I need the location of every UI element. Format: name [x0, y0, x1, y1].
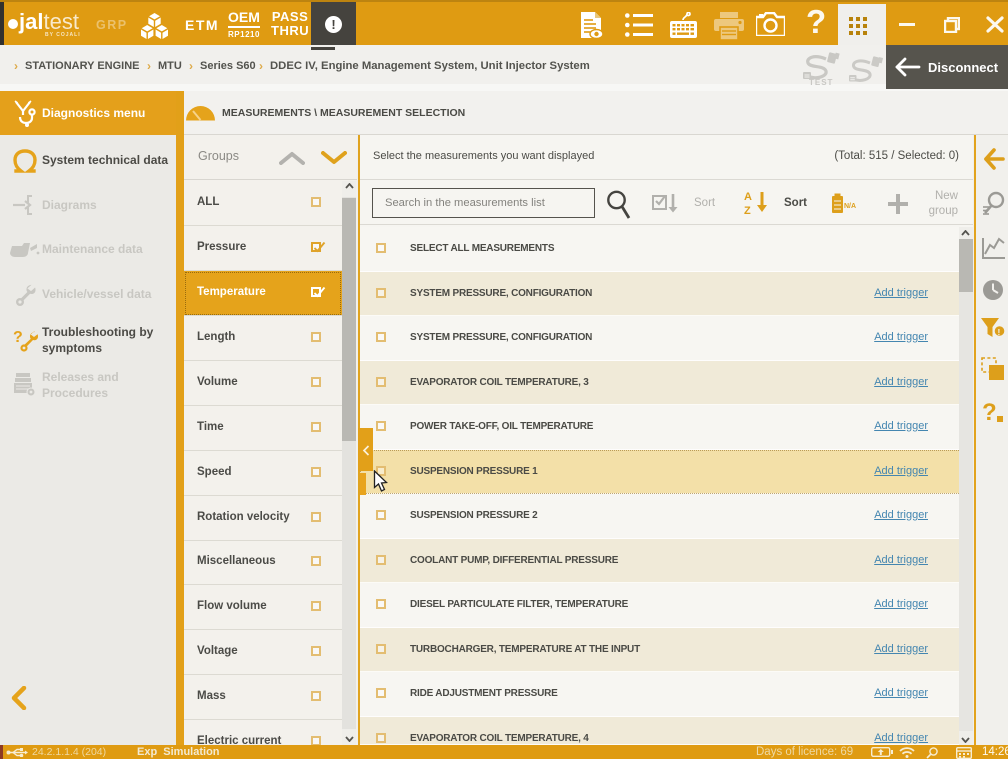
svg-text:?: ?	[13, 329, 23, 346]
svg-text:TEST: TEST	[809, 78, 833, 87]
svg-text:!: !	[998, 327, 1001, 337]
svg-text:N/A: N/A	[844, 203, 856, 210]
svg-text:A: A	[744, 191, 752, 203]
svg-text:?: ?	[982, 400, 997, 424]
svg-text:Z: Z	[744, 205, 751, 216]
